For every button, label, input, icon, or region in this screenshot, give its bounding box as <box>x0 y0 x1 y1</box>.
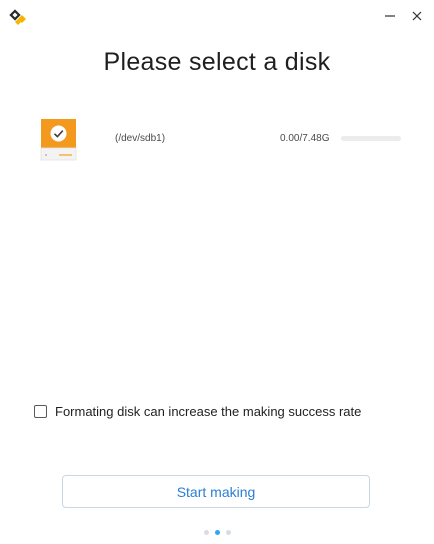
disk-burner-icon <box>9 9 27 27</box>
format-option[interactable]: Formating disk can increase the making s… <box>34 402 361 420</box>
usb-disk-icon <box>40 118 78 162</box>
disk-size: 0.00/7.48G <box>280 133 330 144</box>
disk-list-item[interactable]: (/dev/sdb1) 0.00/7.48G <box>40 118 402 162</box>
disk-usage-bar <box>341 136 401 141</box>
close-icon <box>412 11 422 21</box>
format-checkbox[interactable] <box>34 404 47 418</box>
minimize-button[interactable] <box>380 6 400 26</box>
page-dot <box>214 530 220 535</box>
app-window: Please select a disk (/dev/sdb1) 0.00/7.… <box>0 0 434 544</box>
page-dot <box>225 530 231 535</box>
page-indicator <box>0 530 434 536</box>
minimize-icon <box>385 15 395 17</box>
start-making-button[interactable]: Start making <box>62 475 370 508</box>
page-dot <box>203 530 209 535</box>
close-button[interactable] <box>407 6 427 26</box>
disk-path: (/dev/sdb1) <box>115 133 166 144</box>
format-label: Formating disk can increase the making s… <box>55 403 362 419</box>
page-title: Please select a disk <box>103 48 331 76</box>
